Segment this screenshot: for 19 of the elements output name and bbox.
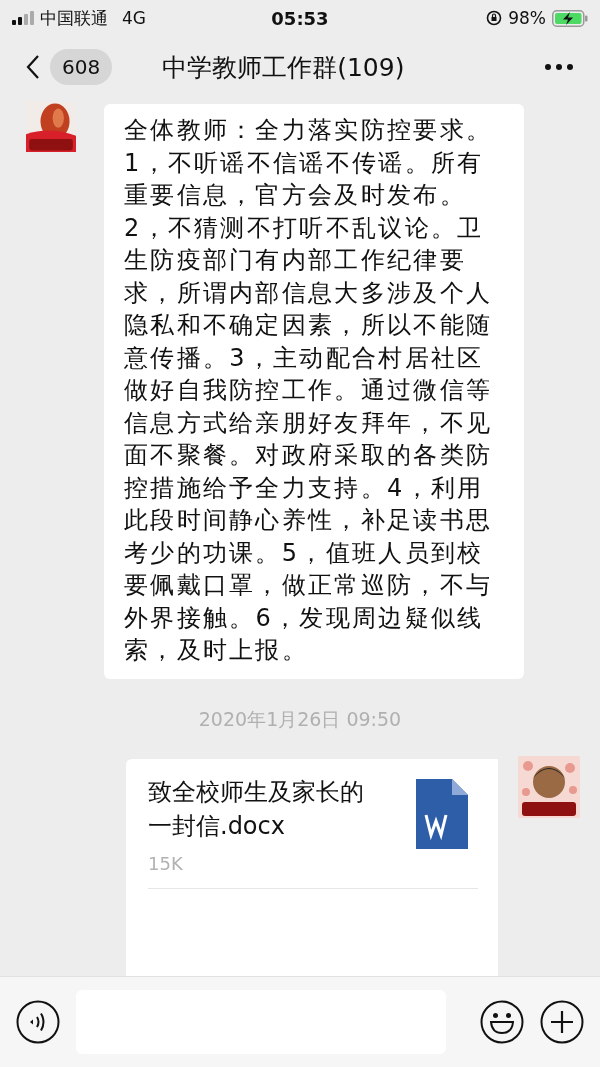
file-message-card[interactable]: 致全校师生及家长的一封信.docx 15K xyxy=(126,758,498,976)
battery-percent: 98% xyxy=(508,8,546,28)
rotation-lock-icon xyxy=(486,10,503,26)
message-timestamp: 2020年1月26日 09:50 xyxy=(198,706,402,732)
more-icon[interactable] xyxy=(544,63,574,71)
back-icon[interactable] xyxy=(26,54,40,80)
unread-count-badge[interactable]: 608 xyxy=(50,49,113,85)
message-bubble: 全体教师：全力落实防控要求。1，不听谣不信谣不传谣。所有重要信息，官方会及时发布。2，不猜测不打听不乱议论。卫生防疫部门有内部工作纪律要求，所谓内部信息大多涉及个人隐私和不确定因素，所以不能随意传播。3，主动配合村居社区做好自我防控工作。通过微信等信息方式给亲朋好友拜年，不见面不聚餐。对政府采取的各类防控措施给予全力支持。4，利用此段时间静心养性，补足读书思考少的功课。5，值班人员到校要佩戴口罩，做正常巡防，不与外界接触。6，发现周边疑似线索，及时上报。 xyxy=(104,104,524,679)
signal-icon xyxy=(12,11,34,25)
emoji-icon[interactable] xyxy=(480,1000,524,1044)
voice-icon[interactable] xyxy=(16,1000,60,1044)
word-document-icon xyxy=(416,778,468,849)
clock-time: 05:53 xyxy=(271,7,329,29)
network-type: 4G xyxy=(122,8,146,28)
carrier-name: 中国联通 xyxy=(40,6,108,30)
chat-title: 中学教师工作群(109) xyxy=(162,51,406,84)
file-name: 致全校师生及家长的一封信.docx xyxy=(148,776,365,842)
add-icon[interactable] xyxy=(540,1000,584,1044)
file-size: 15K xyxy=(148,852,184,874)
